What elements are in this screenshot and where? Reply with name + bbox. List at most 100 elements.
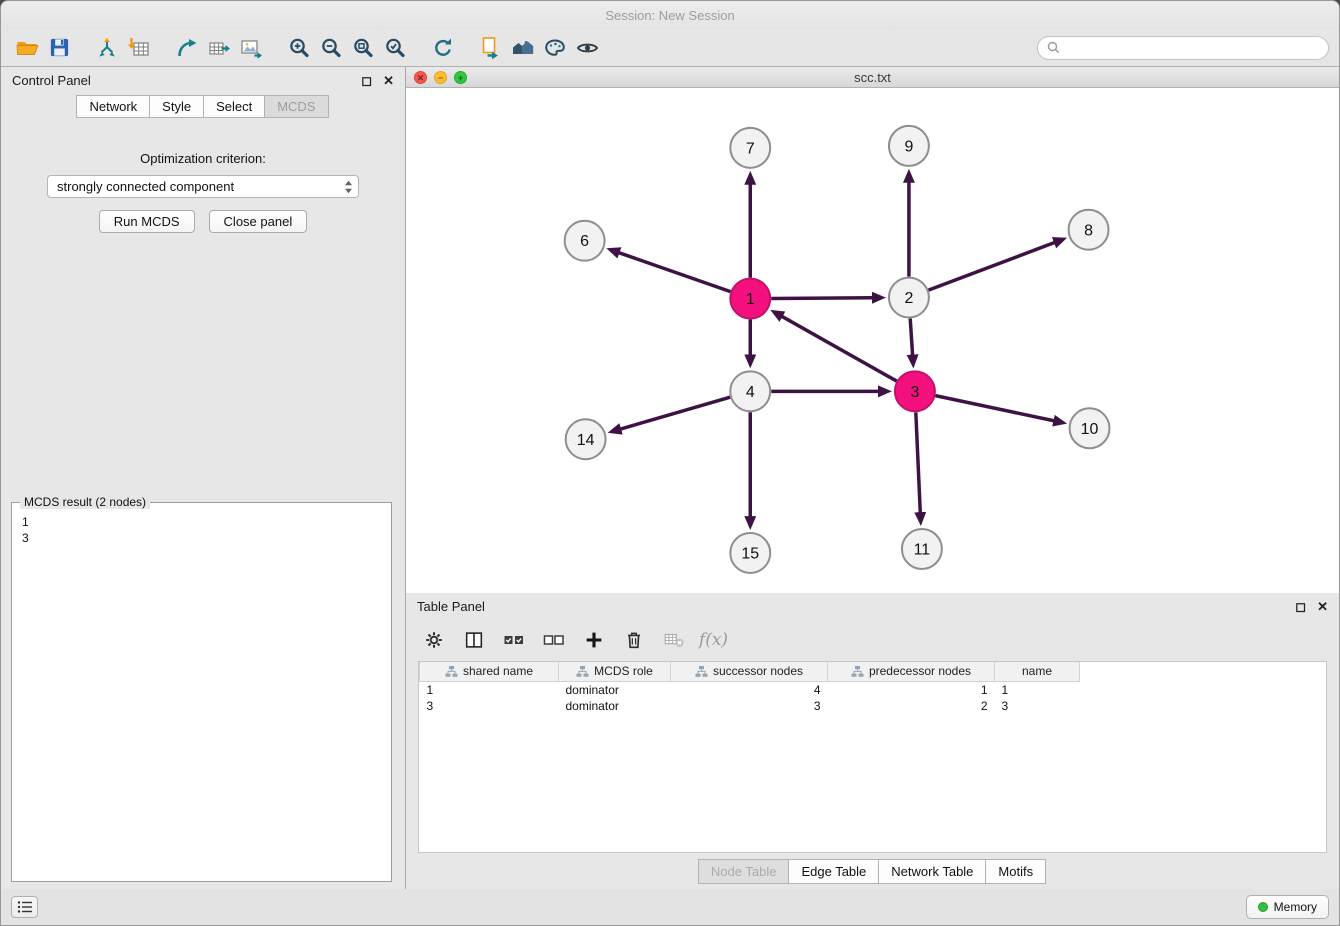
node-14[interactable]: 14 bbox=[566, 419, 606, 459]
tab-network[interactable]: Network bbox=[76, 95, 150, 118]
network-canvas[interactable]: 1 2 3 4 6 7 8 9 10 11 14 15 bbox=[406, 88, 1339, 593]
zoom-fit-button[interactable] bbox=[347, 33, 379, 63]
import-table-button[interactable] bbox=[123, 33, 155, 63]
node-3[interactable]: 3 bbox=[895, 371, 935, 411]
add-column-button[interactable] bbox=[580, 627, 607, 654]
svg-text:6: 6 bbox=[580, 233, 589, 250]
node-table: shared name bbox=[418, 661, 1327, 853]
open-folder-icon bbox=[15, 36, 40, 60]
function-builder-button[interactable]: f(x) bbox=[700, 627, 727, 654]
cell-predecessor-nodes: 2 bbox=[828, 698, 995, 714]
import-network-button[interactable] bbox=[91, 33, 123, 63]
edge-2-8[interactable] bbox=[928, 242, 1054, 290]
edge-3-11[interactable] bbox=[916, 412, 920, 513]
node-8[interactable]: 8 bbox=[1069, 210, 1109, 250]
tab-node-table[interactable]: Node Table bbox=[698, 859, 790, 884]
col-shared-name[interactable]: shared name bbox=[420, 662, 559, 681]
table-settings-button[interactable] bbox=[420, 627, 447, 654]
refresh-view-button[interactable] bbox=[427, 33, 459, 63]
node-10[interactable]: 10 bbox=[1070, 408, 1110, 448]
mcds-result-group[interactable]: MCDS result (2 nodes) 1 3 bbox=[11, 502, 392, 882]
edge-2-3[interactable] bbox=[910, 319, 912, 356]
zoom-in-button[interactable] bbox=[283, 33, 315, 63]
cell-filler bbox=[1080, 681, 1327, 698]
optimization-criterion-label: Optimization criterion: bbox=[1, 151, 405, 166]
cell-predecessor-nodes: 1 bbox=[828, 681, 995, 698]
task-history-button[interactable] bbox=[11, 896, 38, 918]
select-all-button[interactable] bbox=[500, 627, 527, 654]
memory-status-icon bbox=[1258, 902, 1268, 912]
save-session-button[interactable] bbox=[43, 33, 75, 63]
search-input[interactable] bbox=[1065, 41, 1319, 55]
mcds-panel-body: Optimization criterion: strongly connect… bbox=[1, 125, 405, 889]
columns-icon bbox=[463, 629, 485, 651]
show-hide-button[interactable] bbox=[571, 33, 603, 63]
col-mcds-role[interactable]: MCDS role bbox=[559, 662, 671, 681]
column-tree-icon bbox=[695, 665, 708, 678]
control-panel-header: Control Panel ◻ ✕ bbox=[1, 67, 405, 93]
zoom-out-button[interactable] bbox=[315, 33, 347, 63]
first-neighbors-button[interactable] bbox=[171, 33, 203, 63]
home-networks-button[interactable] bbox=[507, 33, 539, 63]
tab-network-table[interactable]: Network Table bbox=[878, 859, 986, 884]
delete-table-button[interactable] bbox=[660, 627, 687, 654]
node-11[interactable]: 11 bbox=[902, 529, 942, 569]
network-window-title: scc.txt bbox=[406, 70, 1339, 85]
mcds-buttons-row: Run MCDS Close panel bbox=[1, 210, 405, 233]
node-6[interactable]: 6 bbox=[565, 221, 605, 261]
network-window: ✕ − + scc.txt 1 2 3 4 6 7 8 9 10 11 14 bbox=[406, 67, 1339, 593]
tab-edge-table[interactable]: Edge Table bbox=[788, 859, 879, 884]
svg-text:3: 3 bbox=[910, 384, 919, 401]
tab-select[interactable]: Select bbox=[203, 95, 265, 118]
optimization-criterion-select[interactable]: strongly connected component bbox=[47, 175, 359, 198]
close-window-icon[interactable]: ✕ bbox=[414, 71, 427, 84]
memory-button[interactable]: Memory bbox=[1246, 895, 1329, 919]
edge-1-6[interactable] bbox=[619, 253, 731, 292]
delete-column-button[interactable] bbox=[620, 627, 647, 654]
node-4[interactable]: 4 bbox=[730, 371, 770, 411]
share-document-button[interactable] bbox=[475, 33, 507, 63]
close-panel-button[interactable]: Close panel bbox=[209, 210, 308, 233]
export-image-icon bbox=[239, 36, 263, 60]
close-table-panel-icon[interactable]: ✕ bbox=[1317, 600, 1328, 613]
minimize-window-icon[interactable]: − bbox=[434, 71, 447, 84]
node-15[interactable]: 15 bbox=[730, 533, 770, 573]
zoom-selected-button[interactable] bbox=[379, 33, 411, 63]
edge-3-1[interactable] bbox=[782, 316, 897, 381]
tab-mcds[interactable]: MCDS bbox=[264, 95, 328, 118]
edge-3-10[interactable] bbox=[935, 396, 1054, 421]
cell-shared-name: 1 bbox=[420, 681, 559, 698]
edge-1-2[interactable] bbox=[771, 298, 873, 299]
list-icon bbox=[17, 900, 33, 914]
node-2[interactable]: 2 bbox=[889, 278, 929, 318]
zoom-fit-icon bbox=[351, 36, 375, 60]
table-row[interactable]: 1 dominator 4 1 1 bbox=[420, 681, 1327, 698]
float-panel-icon[interactable]: ◻ bbox=[361, 74, 372, 87]
visual-styles-button[interactable] bbox=[539, 33, 571, 63]
tab-motifs[interactable]: Motifs bbox=[985, 859, 1046, 884]
search-field bbox=[1037, 36, 1329, 60]
trash-icon bbox=[623, 629, 645, 651]
open-file-button[interactable] bbox=[11, 33, 43, 63]
close-panel-icon[interactable]: ✕ bbox=[383, 74, 394, 87]
node-1[interactable]: 1 bbox=[730, 279, 770, 319]
col-successor-nodes[interactable]: successor nodes bbox=[671, 662, 828, 681]
col-predecessor-nodes[interactable]: predecessor nodes bbox=[828, 662, 995, 681]
table-panel-header: Table Panel ◻ ✕ bbox=[406, 593, 1339, 619]
zoom-window-icon[interactable]: + bbox=[454, 71, 467, 84]
tab-style[interactable]: Style bbox=[149, 95, 204, 118]
node-9[interactable]: 9 bbox=[889, 126, 929, 166]
save-floppy-icon bbox=[48, 36, 71, 59]
float-table-panel-icon[interactable]: ◻ bbox=[1295, 600, 1306, 613]
show-columns-button[interactable] bbox=[460, 627, 487, 654]
col-name[interactable]: name bbox=[995, 662, 1080, 681]
run-mcds-button[interactable]: Run MCDS bbox=[99, 210, 195, 233]
export-table-button[interactable] bbox=[203, 33, 235, 63]
edge-4-14[interactable] bbox=[620, 397, 730, 429]
table-row[interactable]: 3 dominator 3 2 3 bbox=[420, 698, 1327, 714]
node-7[interactable]: 7 bbox=[730, 128, 770, 168]
status-bar: Memory bbox=[1, 889, 1339, 925]
deselect-all-button[interactable] bbox=[540, 627, 567, 654]
dropdown-stepper-icon bbox=[342, 178, 355, 199]
export-image-button[interactable] bbox=[235, 33, 267, 63]
